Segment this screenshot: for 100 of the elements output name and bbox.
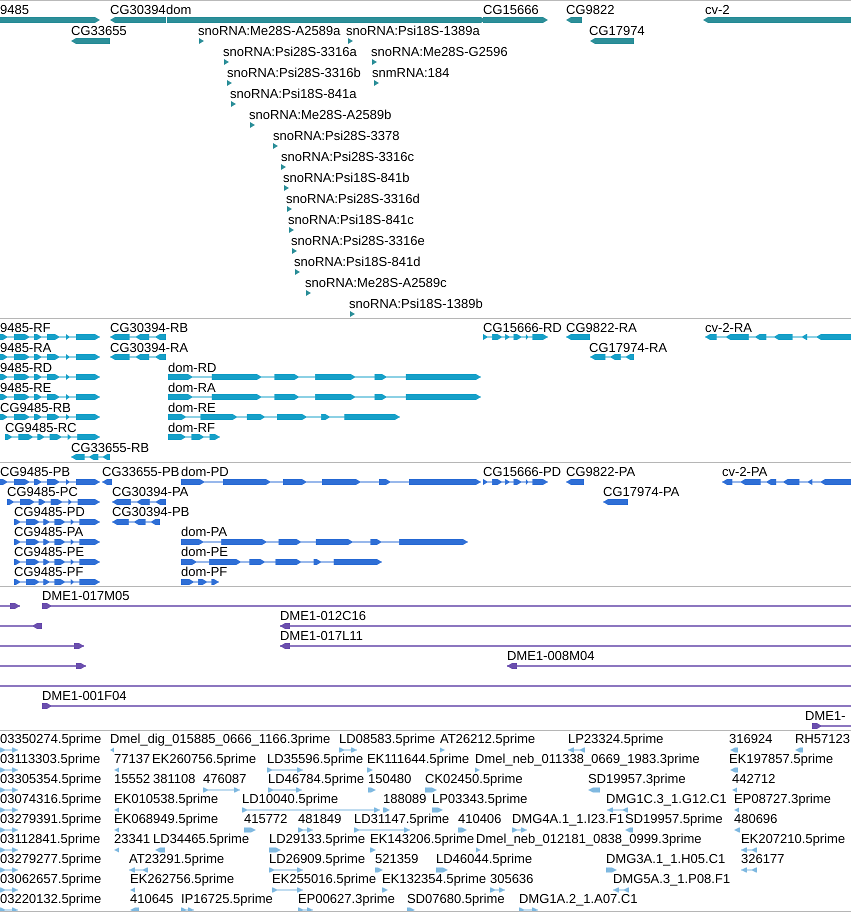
feature-label: CG9485-PE — [14, 545, 84, 559]
feature-label: 316924 — [729, 732, 772, 746]
feature-label: snoRNA:Psi28S-3316a — [223, 45, 357, 59]
feature-label: snoRNA:Psi28S-3316b — [227, 66, 361, 80]
feature-label: dom-PF — [181, 565, 228, 579]
feature-label: SD07680.5prime — [407, 892, 505, 906]
feature-label: 480696 — [734, 812, 778, 826]
feature-label: LD34465.5prime — [153, 832, 250, 846]
feature-label: CG17974 — [589, 24, 645, 38]
feature-label: snoRNA:Psi18S-841d — [294, 255, 420, 269]
feature-label: EK260756.5prime — [152, 752, 256, 766]
feature-label: CG9822 — [566, 3, 614, 17]
feature-label: 03074316.5prime — [0, 792, 102, 806]
feature-label: CG30394-RA — [110, 341, 188, 355]
feature-label: SD19957.5prime — [625, 812, 723, 826]
feature-label: CG15666-PD — [483, 465, 562, 479]
feature-label: LD35596.5prime — [267, 752, 364, 766]
feature-label: 410645 — [130, 892, 174, 906]
feature-label: DME1-017M05 — [42, 589, 130, 603]
feature-label: DME1-017L11 — [280, 629, 363, 643]
feature-label: dom-RD — [168, 361, 216, 375]
feature-label: snoRNA:Psi28S-3316e — [291, 234, 425, 248]
feature-label: 150480 — [368, 772, 412, 786]
feature-label: 9485-RF — [0, 321, 51, 335]
feature-label: DME1- — [805, 709, 846, 723]
feature-label: snoRNA:Psi28S-3316c — [281, 150, 414, 164]
feature-label: snoRNA:Psi18S-1389b — [349, 297, 483, 311]
feature-label: SD19957.3prime — [588, 772, 686, 786]
feature-label: snoRNA:Me28S-A2589a — [198, 24, 340, 38]
feature-label: DMG5A.3_1.P08.F1 — [613, 872, 730, 886]
feature-label: CG30394 — [110, 3, 166, 17]
feature-label: CG9485-RB — [0, 401, 71, 415]
feature-label: EK111644.5prime — [367, 752, 470, 766]
feature-label: 442712 — [732, 772, 776, 786]
feature-label: DMG1C.3_1.G12.C1 — [606, 792, 727, 806]
feature-label: LD29133.5prime — [269, 832, 366, 846]
feature-label: LD46044.5prime — [436, 852, 532, 866]
feature-label: EK068949.5prime — [114, 812, 218, 826]
feature-label: CG17974-PA — [603, 485, 680, 499]
feature-label: snmRNA:184 — [372, 66, 450, 80]
feature-label: snoRNA:Psi28S-3378 — [273, 129, 400, 143]
feature-label: dom-PE — [181, 545, 228, 559]
feature-label: EK143206.5prime — [370, 832, 474, 846]
feature-label: Dmel_neb_012181_0838_0999.3prime — [476, 832, 702, 846]
feature-label: LD10040.5prime — [242, 792, 338, 806]
feature-label: LD31147.5prime — [354, 812, 450, 826]
feature-label: DMG3A.1_1.H05.C1 — [606, 852, 726, 866]
feature-label: cv-2 — [705, 3, 730, 17]
feature-label: 03279391.5prime — [0, 812, 102, 826]
feature-label: snoRNA:Me28S-G2596 — [371, 45, 508, 59]
feature-label: Dmel_neb_011338_0669_1983.3prime — [475, 752, 700, 766]
feature-label: RH57123 — [795, 732, 850, 746]
feature-label: EK255016.5prime — [272, 872, 376, 886]
feature-label: cv-2-RA — [705, 321, 752, 335]
feature-label: dom — [166, 3, 192, 17]
feature-label: 305636 — [490, 872, 534, 886]
feature-label: EK010538.5prime — [114, 792, 218, 806]
feature-label: 23341 — [114, 832, 150, 846]
feature-label: 03220132.5prime — [0, 892, 102, 906]
feature-label: dom-PD — [181, 465, 229, 479]
feature-label: CG33655-RB — [71, 441, 150, 455]
feature-label: IP16725.5prime — [181, 892, 273, 906]
feature-label: snoRNA:Psi18S-1389a — [346, 24, 480, 38]
feature-label: EK197857.5prime — [729, 752, 834, 766]
feature-label: DME1-012C16 — [280, 609, 366, 623]
feature-label: dom-RF — [168, 421, 215, 435]
feature-label: EP00627.3prime — [298, 892, 395, 906]
feature-label: 15552 — [114, 772, 150, 786]
feature-label: LD46784.5prime — [268, 772, 364, 786]
feature-label: EK207210.5prime — [741, 832, 846, 846]
feature-label: CG30394-PB — [112, 505, 190, 519]
feature-label: CG9485-PF — [14, 565, 84, 579]
feature-label: 03062657.5prime — [0, 872, 102, 886]
feature-label: DME1-001F04 — [42, 689, 127, 703]
feature-label: CG33655-PB — [102, 465, 180, 479]
feature-label: 326177 — [741, 852, 784, 866]
feature-label: 415772 — [244, 812, 288, 826]
feature-label: dom-RA — [168, 381, 216, 395]
feature-label: DME1-008M04 — [507, 649, 594, 663]
feature-label: CG15666 — [483, 3, 539, 17]
feature-label: CG30394-RB — [110, 321, 188, 335]
feature-label: 03279277.5prime — [0, 852, 102, 866]
feature-label: CG9485-PB — [0, 465, 70, 479]
feature-label: 481849 — [298, 812, 342, 826]
feature-label: cv-2-PA — [722, 465, 768, 479]
feature-label: DMG4A.1_1.I23.F1 — [512, 812, 624, 826]
feature-label: EK132354.5prime — [382, 872, 486, 886]
feature-label: dom-RE — [168, 401, 216, 415]
feature-label: 03350274.5prime — [0, 732, 102, 746]
feature-label: Dmel_dig_015885_0666_1166.3prime — [110, 732, 330, 746]
feature-label: 381108 — [153, 772, 196, 786]
feature-label: CG9822-RA — [566, 321, 637, 335]
feature-label: CG9485-PD — [14, 505, 85, 519]
feature-label: 9485-RD — [0, 361, 52, 375]
feature-label: CG33655 — [71, 24, 127, 38]
feature-label: AT23291.5prime — [129, 852, 224, 866]
feature-label: CK02450.5prime — [425, 772, 523, 786]
feature-label: LD08583.5prime — [339, 732, 436, 746]
feature-label: CG17974-RA — [589, 341, 668, 355]
feature-label: LP23324.5prime — [568, 732, 664, 746]
